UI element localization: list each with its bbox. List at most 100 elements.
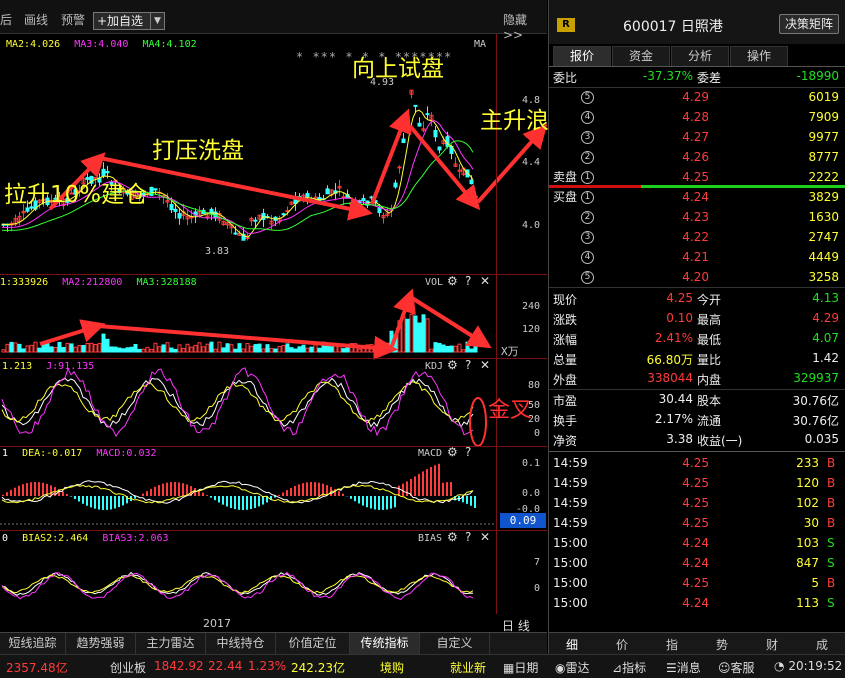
tab-capital[interactable]: 资金 bbox=[612, 46, 670, 66]
gear-icon[interactable]: ⚙ bbox=[447, 358, 458, 372]
financing-badge: R bbox=[557, 18, 575, 32]
tick-row[interactable]: 15:00 4.24 113 S bbox=[549, 594, 845, 614]
stat-row[interactable]: 换手 2.17% 流通 30.76亿 bbox=[549, 410, 845, 430]
help-icon[interactable]: ? bbox=[465, 274, 471, 288]
tick-volume: 102 bbox=[796, 496, 819, 510]
close-icon[interactable]: ✕ bbox=[480, 358, 490, 372]
stat-row[interactable]: 现价 4.25 今开 4.13 bbox=[549, 289, 845, 309]
tab-short-tracking[interactable]: 短线追踪 bbox=[0, 633, 66, 655]
bid-level-row[interactable]: 1 4.24 3829 bbox=[549, 188, 845, 208]
tab-finance[interactable]: 财 bbox=[757, 636, 787, 653]
ma-legend: MA2:4.026 MA3:4.040 MA4:4.102 bbox=[6, 39, 197, 50]
stat-value: 30.76亿 bbox=[792, 394, 839, 408]
stock-name: 日照港 bbox=[680, 19, 723, 35]
message-button[interactable]: ☰消息 bbox=[666, 659, 701, 676]
bid-level-row[interactable]: 4 4.21 4449 bbox=[549, 248, 845, 268]
bid-level-row[interactable]: 5 4.20 3258 bbox=[549, 268, 845, 288]
tick-row[interactable]: 14:59 4.25 102 B bbox=[549, 494, 845, 514]
tab-custom[interactable]: 自定义 bbox=[420, 633, 490, 655]
ask-level-row[interactable]: 2 4.26 8777 bbox=[549, 148, 845, 168]
bid-volume: 2747 bbox=[808, 230, 839, 244]
quote-panel: R 600017 日照港 决策矩阵 报价 资金 分析 操作 委比 -37.37%… bbox=[548, 0, 845, 654]
stat-row[interactable]: 总量 66.80万 量比 1.42 bbox=[549, 349, 845, 369]
toolbar-item-partial[interactable]: 后 bbox=[0, 11, 12, 28]
stat-label: 总量 bbox=[553, 353, 578, 367]
decision-matrix-button[interactable]: 决策矩阵 bbox=[779, 14, 839, 34]
tab-operation[interactable]: 操作 bbox=[730, 46, 788, 66]
stat-label: 最高 bbox=[697, 313, 722, 327]
tab-main-radar[interactable]: 主力雷达 bbox=[136, 633, 206, 655]
radar-button[interactable]: ◉雷达 bbox=[555, 659, 590, 676]
tab-price[interactable]: 价 bbox=[607, 636, 637, 653]
tab-traditional-indicators[interactable]: 传统指标 bbox=[350, 633, 420, 655]
tick-volume: 233 bbox=[796, 456, 819, 470]
help-icon[interactable]: ? bbox=[465, 530, 471, 544]
macd-bar bbox=[470, 496, 472, 506]
macd-bar bbox=[186, 484, 188, 496]
bid-price: 4.21 bbox=[682, 250, 709, 264]
tab-detail[interactable]: 细 bbox=[557, 636, 587, 653]
close-icon[interactable]: ✕ bbox=[480, 274, 490, 288]
macd-bar bbox=[170, 482, 172, 496]
stat-label: 外盘 bbox=[553, 373, 578, 387]
bid-level-row[interactable]: 2 4.23 1630 bbox=[549, 208, 845, 228]
help-icon[interactable]: ? bbox=[465, 358, 471, 372]
macd-bar bbox=[254, 496, 256, 508]
tick-row[interactable]: 14:59 4.25 120 B bbox=[549, 474, 845, 494]
volume-bar bbox=[293, 348, 298, 353]
help-icon[interactable]: ? bbox=[465, 445, 471, 459]
clock-time: 20:19:52 bbox=[788, 659, 843, 673]
tab-analysis[interactable]: 分析 bbox=[671, 46, 729, 66]
add-favorite-button[interactable]: +加自选 ▼ bbox=[93, 12, 165, 30]
stat-row[interactable]: 涨幅 2.41% 最低 4.07 bbox=[549, 329, 845, 349]
tick-row[interactable]: 15:00 4.24 103 S bbox=[549, 534, 845, 554]
stat-row[interactable]: 外盘 338044 内盘 329937 bbox=[549, 369, 845, 389]
volume-bar bbox=[457, 343, 462, 353]
tick-row[interactable]: 14:59 4.25 233 B bbox=[549, 454, 845, 474]
bid-level-row[interactable]: 3 4.22 2747 bbox=[549, 228, 845, 248]
ask-level-row[interactable]: 4 4.28 7909 bbox=[549, 108, 845, 128]
tab-value-position[interactable]: 价值定位 bbox=[276, 633, 350, 655]
gear-icon[interactable]: ⚙ bbox=[447, 445, 458, 459]
close-icon[interactable]: ✕ bbox=[480, 530, 490, 544]
tab-mid-holding[interactable]: 中线持仓 bbox=[206, 633, 276, 655]
news-ticker[interactable]: 就业新 bbox=[450, 659, 486, 676]
candle-body bbox=[25, 207, 30, 212]
date-button[interactable]: ▦日期 bbox=[503, 659, 538, 676]
legend-vol-ma3: MA3:328188 bbox=[136, 277, 197, 288]
tab-constituents[interactable]: 成 bbox=[807, 636, 837, 653]
gear-icon[interactable]: ⚙ bbox=[447, 274, 458, 288]
toolbar-draw-line[interactable]: 画线 bbox=[24, 11, 48, 28]
tick-row[interactable]: 14:59 4.25 30 B bbox=[549, 514, 845, 534]
macd-bar bbox=[150, 488, 152, 496]
gear-icon[interactable]: ⚙ bbox=[447, 530, 458, 544]
status-bar: 2357.48亿 创业板 1842.92 22.44 1.23% 242.23亿… bbox=[0, 654, 845, 678]
candle-body bbox=[281, 213, 286, 216]
buy-label[interactable]: 境购 bbox=[380, 659, 404, 676]
tick-row[interactable]: 15:00 4.24 847 S bbox=[549, 554, 845, 574]
index2-name[interactable]: 创业板 bbox=[110, 659, 146, 676]
tick-price: 4.25 bbox=[682, 516, 709, 530]
service-button[interactable]: ☺客服 bbox=[718, 659, 755, 676]
chart-area[interactable]: MA2:4.026 MA3:4.040 MA4:4.102 MA * *** *… bbox=[0, 34, 549, 632]
tab-trend[interactable]: 势 bbox=[707, 636, 737, 653]
volume-bar bbox=[253, 344, 258, 353]
stat-row[interactable]: 净资 3.38 收益(一) 0.035 bbox=[549, 430, 845, 450]
tab-quote[interactable]: 报价 bbox=[553, 46, 611, 66]
volume-bar bbox=[129, 346, 134, 353]
ask-level-row[interactable]: 3 4.27 9977 bbox=[549, 128, 845, 148]
chevron-down-icon[interactable]: ▼ bbox=[150, 13, 164, 29]
tab-trend-strength[interactable]: 趋势强弱 bbox=[66, 633, 136, 655]
stat-row[interactable]: 涨跌 0.10 最高 4.29 bbox=[549, 309, 845, 329]
indicator-button[interactable]: ⊿指标 bbox=[612, 659, 646, 676]
volume-bar bbox=[101, 333, 106, 353]
ask-level-row[interactable]: 5 4.29 6019 bbox=[549, 88, 845, 108]
stat-row[interactable]: 市盈 30.44 股本 30.76亿 bbox=[549, 390, 845, 410]
tab-index[interactable]: 指 bbox=[657, 636, 687, 653]
vol-title: VOL bbox=[425, 277, 444, 288]
stat-label: 涨跌 bbox=[553, 313, 578, 327]
tick-row[interactable]: 15:00 4.25 5 B bbox=[549, 574, 845, 594]
toolbar-alert[interactable]: 预警 bbox=[61, 11, 85, 28]
macd-bar bbox=[206, 495, 208, 496]
macd-bar bbox=[406, 481, 408, 496]
